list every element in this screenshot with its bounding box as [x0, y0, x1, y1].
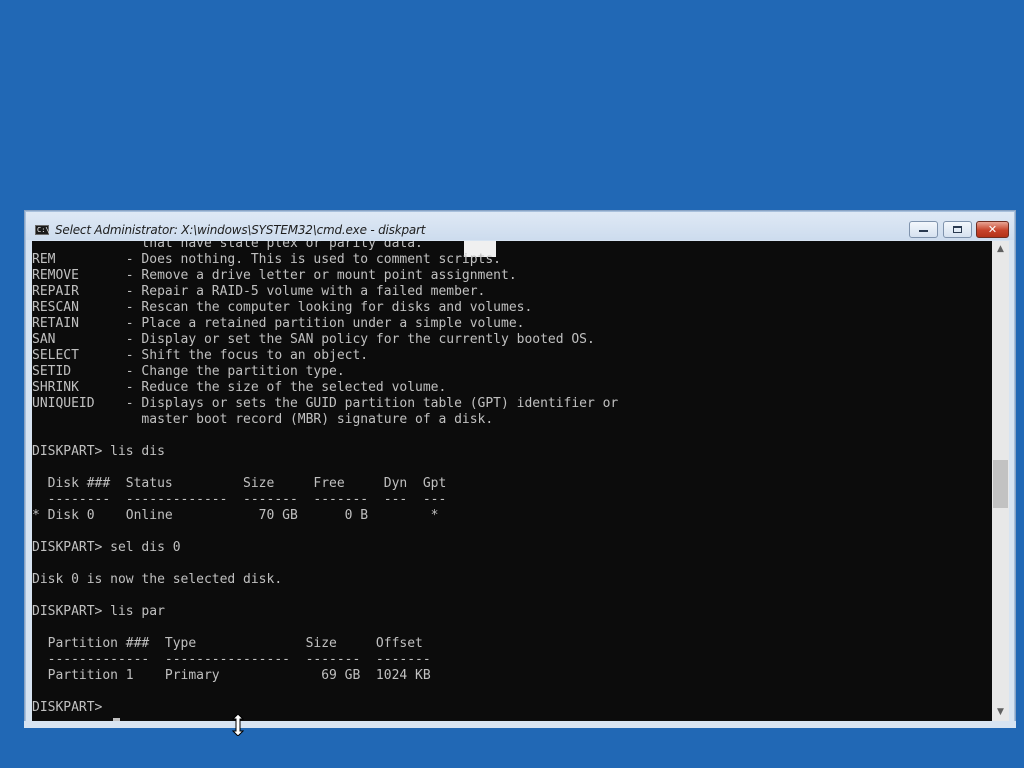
console-line: master boot record (MBR) signature of a … [32, 412, 494, 427]
title-bar[interactable]: C:\ Select Administrator: X:\windows\SYS… [26, 212, 1014, 240]
close-icon: ✕ [987, 223, 998, 236]
console-output[interactable]: that have stale plex or parity data. REM … [32, 241, 992, 721]
console-lines: that have stale plex or parity data. REM … [32, 241, 618, 716]
maximize-icon [953, 226, 962, 233]
window-title: Select Administrator: X:\windows\SYSTEM3… [55, 223, 426, 237]
console-line: ------------- ---------------- ------- -… [32, 652, 431, 667]
console-line: RESCAN - Rescan the computer looking for… [32, 300, 533, 315]
console-line: * Disk 0 Online 70 GB 0 B * [32, 508, 439, 523]
console-line: REMOVE - Remove a drive letter or mount … [32, 268, 517, 283]
console-line: RETAIN - Place a retained partition unde… [32, 316, 525, 331]
scroll-thumb[interactable] [993, 460, 1008, 508]
console-line: DISKPART> [32, 700, 111, 715]
scroll-down-arrow-icon[interactable]: ▼ [992, 704, 1009, 721]
close-button[interactable]: ✕ [976, 221, 1009, 238]
console-line: SHRINK - Reduce the size of the selected… [32, 380, 447, 395]
console-line: REPAIR - Repair a RAID-5 volume with a f… [32, 284, 486, 299]
console-line: SELECT - Shift the focus to an object. [32, 348, 369, 363]
window-bottom-border[interactable] [24, 721, 1016, 728]
console-line: DISKPART> lis dis [32, 444, 165, 459]
cmd-icon[interactable]: C:\ [35, 225, 50, 235]
maximize-button[interactable] [943, 221, 972, 238]
scroll-up-arrow-icon[interactable]: ▲ [992, 241, 1009, 258]
console-line: Partition 1 Primary 69 GB 1024 KB [32, 668, 431, 683]
console-line: UNIQUEID - Displays or sets the GUID par… [32, 396, 619, 411]
console-line: Partition ### Type Size Offset [32, 636, 423, 651]
minimize-button[interactable] [909, 221, 938, 238]
resize-cursor-icon [232, 714, 244, 736]
vertical-scrollbar[interactable]: ▲ ▼ [992, 241, 1009, 721]
console-line: that have stale plex or parity data. [32, 241, 423, 251]
console-line: REM - Does nothing. This is used to comm… [32, 252, 501, 267]
console-line: Disk 0 is now the selected disk. [32, 572, 283, 587]
minimize-icon [919, 230, 928, 232]
cmd-icon-glyph: C:\ [37, 226, 50, 234]
console-line: DISKPART> sel dis 0 [32, 540, 181, 555]
console-line: SAN - Display or set the SAN policy for … [32, 332, 595, 347]
console-line: -------- ------------- ------- ------- -… [32, 492, 447, 507]
console-line: SETID - Change the partition type. [32, 364, 345, 379]
console-line: DISKPART> lis par [32, 604, 165, 619]
console-line: Disk ### Status Size Free Dyn Gpt [32, 476, 447, 491]
